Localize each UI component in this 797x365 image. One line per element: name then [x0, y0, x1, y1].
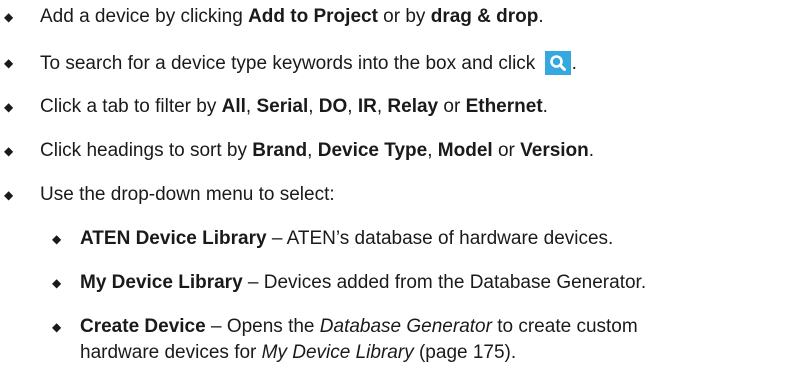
text-run: ,: [376, 96, 388, 117]
bold-term: Create Device: [80, 316, 206, 337]
text-run: – Opens the: [205, 316, 320, 337]
item-text: Click headings to sort by Brand, Device …: [40, 139, 594, 163]
bold-term: IR: [357, 96, 377, 117]
text-run: or by: [377, 6, 431, 27]
search-icon: [544, 51, 571, 75]
text-run: (page 175).: [413, 342, 517, 363]
bold-term: Serial: [256, 96, 309, 117]
text-run: .: [542, 96, 548, 117]
italic-term: My Device Library: [261, 342, 414, 363]
text-run: .: [588, 140, 595, 161]
bold-term: DO: [318, 96, 348, 117]
bullet-icon: ◆: [4, 188, 14, 202]
text-run: or: [492, 140, 521, 161]
bullet-icon: ◆: [4, 144, 14, 158]
text-run: ,: [427, 140, 438, 161]
text-run: .: [538, 6, 544, 27]
bullet-icon: ◆: [4, 56, 14, 70]
bold-term: drag & drop: [430, 6, 539, 27]
bullet-icon: ◆: [52, 276, 62, 290]
text-run: ,: [245, 96, 257, 117]
item-text: Create Device – Opens the Database Gener…: [80, 315, 638, 339]
item-text: My Device Library – Devices added from t…: [80, 271, 646, 295]
text-run: to create custom: [491, 316, 638, 337]
bullet-icon: ◆: [4, 10, 14, 24]
item-text: To search for a device type keywords int…: [40, 51, 577, 76]
italic-term: Database Generator: [319, 316, 492, 337]
bullet-icon: ◆: [52, 320, 62, 334]
text-run: To search for a device type keywords int…: [40, 53, 541, 74]
bold-term: Add to Project: [248, 6, 378, 27]
bold-term: Relay: [387, 96, 439, 117]
text-run: Use the drop-down menu to select:: [40, 184, 335, 205]
text-run: Add a device by clicking: [40, 6, 249, 27]
text-run: or: [438, 96, 466, 117]
instruction-list: ◆ Add a device by clicking Add to Project…: [0, 0, 797, 363]
text-run: – Devices added from the Database Genera…: [242, 272, 647, 293]
text-run: ,: [307, 140, 318, 161]
item-text: Click a tab to filter by All, Serial, DO…: [40, 95, 548, 119]
bold-term: ATEN Device Library: [80, 228, 267, 249]
bold-term: Brand: [252, 140, 308, 161]
text-run: – ATEN’s database of hardware devices.: [266, 228, 614, 249]
item-text: ATEN Device Library – ATEN’s database of…: [80, 227, 613, 251]
item-text: Use the drop-down menu to select:: [40, 183, 335, 207]
bold-term: Device Type: [317, 140, 428, 161]
text-run: hardware devices for: [80, 342, 262, 363]
text-run: ,: [347, 96, 358, 117]
text-run: Click headings to sort by: [40, 140, 253, 161]
text-run: .: [571, 53, 577, 74]
bullet-icon: ◆: [4, 100, 14, 114]
bold-term: Ethernet: [465, 96, 543, 117]
item-text-continuation: hardware devices for My Device Library (…: [80, 341, 516, 365]
bold-term: My Device Library: [80, 272, 243, 293]
bold-term: All: [221, 96, 246, 117]
bullet-icon: ◆: [52, 232, 62, 246]
bold-term: Version: [520, 140, 589, 161]
text-run: Click a tab to filter by: [40, 96, 222, 117]
bold-term: Model: [437, 140, 493, 161]
item-text: Add a device by clicking Add to Project …: [40, 5, 544, 29]
text-run: ,: [308, 96, 319, 117]
